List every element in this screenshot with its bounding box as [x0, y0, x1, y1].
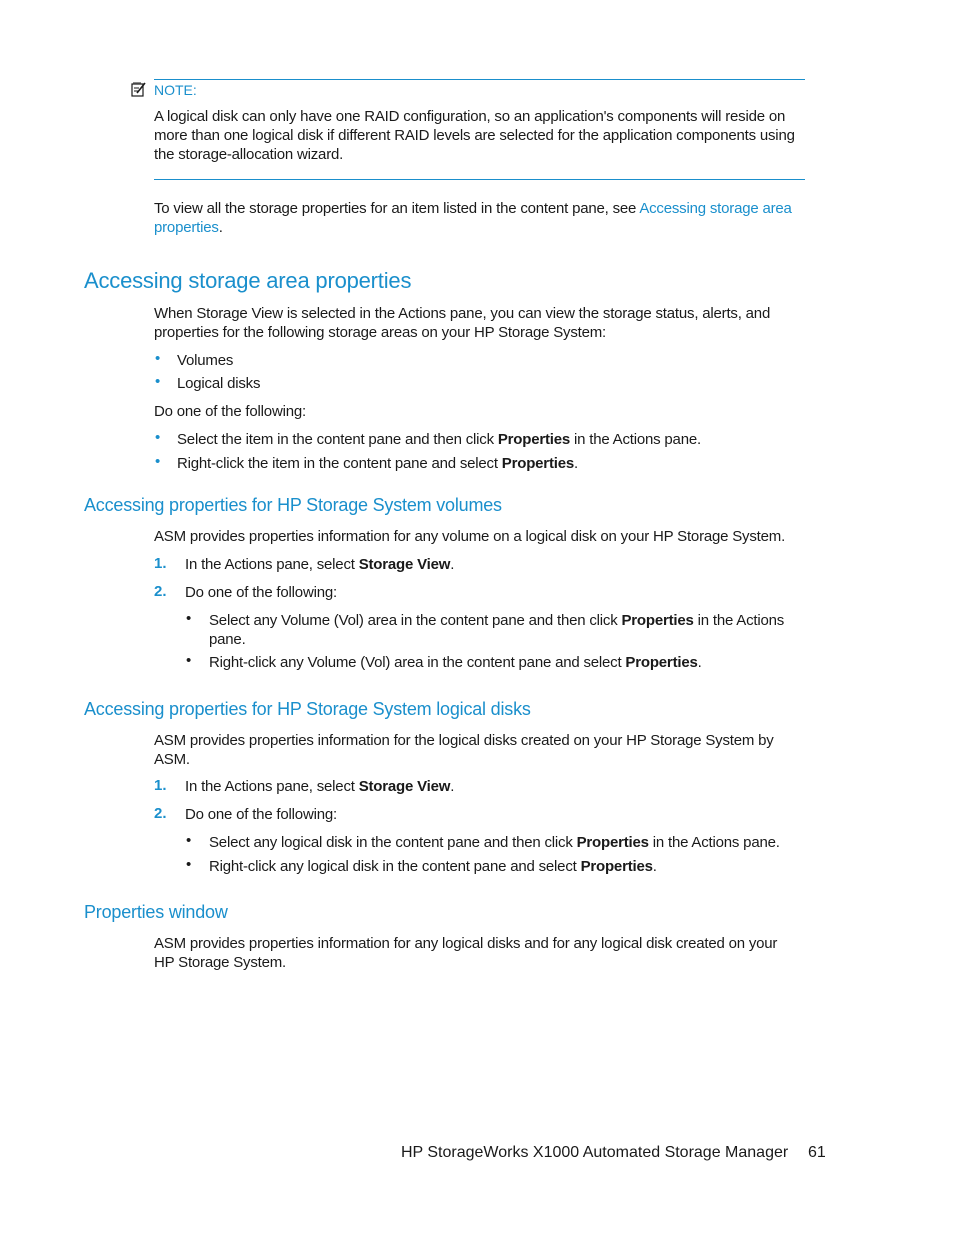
note-line: more than one logical disk if different …: [154, 127, 795, 144]
substep-text: in the Actions pane.: [648, 834, 780, 851]
page-number: 61: [808, 1144, 826, 1161]
section-heading-volumes: Accessing properties for HP Storage Syst…: [84, 495, 502, 515]
note-text: A logical disk can only have one RAID co…: [154, 107, 795, 164]
accessing-storage-area-properties-link-cont[interactable]: properties: [154, 219, 219, 236]
volumes-paragraph: ASM provides properties information for …: [154, 528, 786, 545]
bullet-icon: •: [155, 350, 161, 367]
option-item: Right-click the item in the content pane…: [177, 454, 578, 473]
substep-text: in the Actions: [693, 612, 785, 629]
intro-paragraph: To view all the storage properties for a…: [154, 199, 834, 237]
list-item-volumes: Volumes: [177, 352, 234, 369]
section-heading-properties-window: Properties window: [84, 902, 228, 922]
section-heading-logical-disks: Accessing properties for HP Storage Syst…: [84, 699, 531, 719]
properties-term: Properties: [625, 654, 698, 671]
bullet-icon: •: [186, 610, 192, 627]
paragraph-line: When Storage View is selected in the Act…: [154, 305, 771, 322]
step-number: 2.: [154, 805, 167, 822]
properties-term: Properties: [621, 612, 694, 629]
substep-text: Right-click any logical disk in the cont…: [209, 858, 581, 875]
intro-period: .: [218, 219, 223, 236]
step-item: Do one of the following:: [185, 806, 337, 823]
step-text: .: [450, 556, 455, 573]
step-text: In the Actions pane, select: [185, 778, 359, 795]
bullet-icon: •: [186, 832, 192, 849]
step-text: In the Actions pane, select: [185, 556, 359, 573]
option-text: Select the item in the content pane and …: [177, 431, 498, 448]
paragraph-line: ASM provides properties information for …: [154, 732, 774, 749]
paragraph-line: ASM provides properties information for …: [154, 935, 778, 952]
option-text: in the Actions pane.: [570, 431, 701, 448]
substep-item: Right-click any Volume (Vol) area in the…: [209, 653, 702, 672]
option-text: .: [574, 455, 578, 472]
bullet-icon: •: [155, 373, 161, 390]
section-main-paragraph: When Storage View is selected in the Act…: [154, 304, 770, 342]
do-one-of-following: Do one of the following:: [154, 403, 306, 420]
bullet-icon: •: [186, 652, 192, 669]
storage-view-term: Storage View: [358, 556, 451, 573]
paragraph-line: properties for the following storage are…: [154, 324, 606, 341]
list-item-logical-disks: Logical disks: [177, 375, 261, 392]
step-item: In the Actions pane, select Storage View…: [185, 777, 454, 796]
step-number: 1.: [154, 777, 167, 794]
properties-term: Properties: [576, 834, 649, 851]
bullet-icon: •: [186, 856, 192, 873]
note-line: the storage-allocation wizard.: [154, 146, 344, 163]
paragraph-line: ASM.: [154, 751, 190, 768]
storage-view-term: Storage View: [358, 778, 451, 795]
substep-item: Right-click any logical disk in the cont…: [209, 857, 657, 876]
properties-term: Properties: [580, 858, 653, 875]
section-heading-accessing-storage-area-properties: Accessing storage area properties: [84, 268, 412, 293]
step-text: .: [450, 778, 455, 795]
substep-text: Select any Volume (Vol) area in the cont…: [209, 612, 622, 629]
properties-term: Properties: [501, 455, 574, 472]
accessing-storage-area-properties-link[interactable]: Accessing storage area: [639, 200, 792, 217]
option-item: Select the item in the content pane and …: [177, 430, 701, 449]
paragraph-line: HP Storage System.: [154, 954, 287, 971]
note-bottom-rule: [154, 179, 805, 180]
option-text: Right-click the item in the content pane…: [177, 455, 502, 472]
intro-text: To view all the storage properties for a…: [154, 200, 640, 217]
substep-text: pane.: [209, 631, 246, 648]
properties-window-paragraph: ASM provides properties information for …: [154, 934, 777, 972]
step-number: 1.: [154, 555, 167, 572]
footer-product-name: HP StorageWorks X1000 Automated Storage …: [401, 1144, 789, 1161]
properties-term: Properties: [497, 431, 571, 448]
substep-text: Right-click any Volume (Vol) area in the…: [209, 654, 626, 671]
step-item: In the Actions pane, select Storage View…: [185, 555, 454, 574]
step-item: Do one of the following:: [185, 584, 337, 601]
note-pencil-icon: [131, 82, 146, 97]
logical-disks-paragraph: ASM provides properties information for …: [154, 731, 774, 769]
note-top-rule: [154, 79, 805, 80]
bullet-icon: •: [155, 453, 161, 470]
note-line: A logical disk can only have one RAID co…: [154, 108, 786, 125]
step-number: 2.: [154, 583, 167, 600]
substep-item: Select any Volume (Vol) area in the cont…: [209, 611, 784, 649]
substep-item: Select any logical disk in the content p…: [209, 833, 780, 852]
note-label: NOTE:: [154, 82, 197, 98]
substep-text: .: [652, 858, 657, 875]
substep-text: .: [697, 654, 702, 671]
substep-text: Select any logical disk in the content p…: [209, 834, 577, 851]
bullet-icon: •: [155, 429, 161, 446]
